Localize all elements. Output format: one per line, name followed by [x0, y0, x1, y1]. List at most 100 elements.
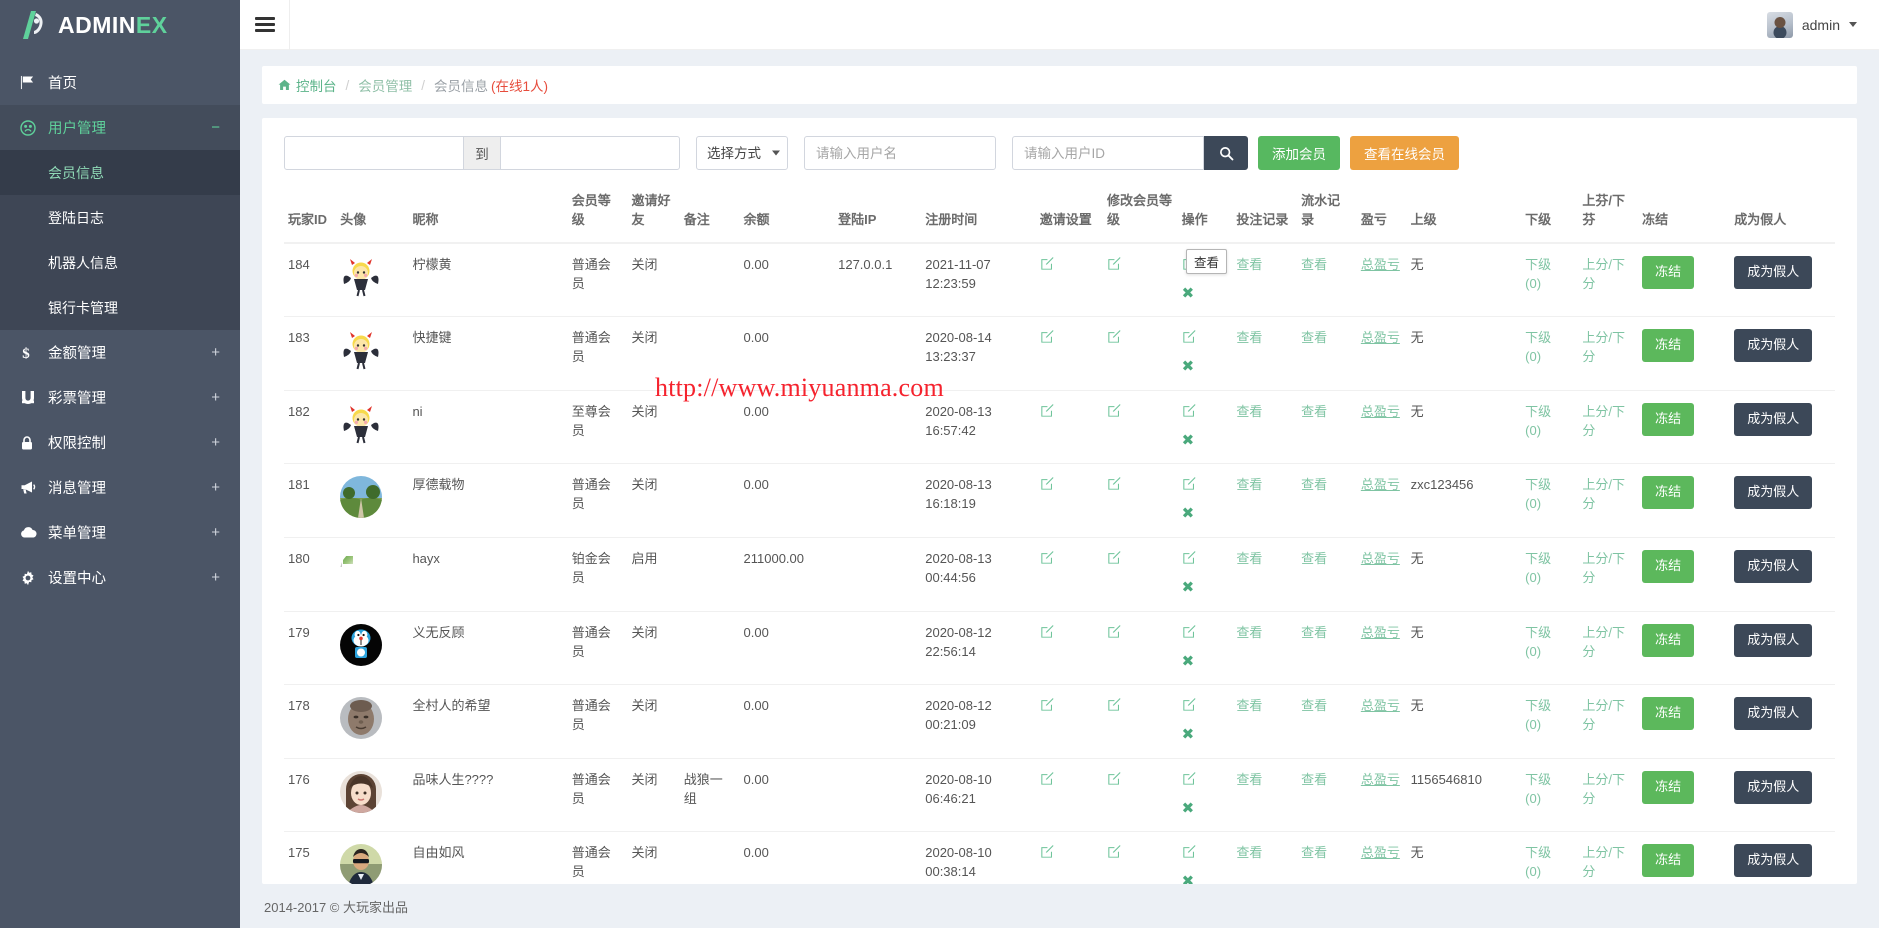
cell-profit-loss[interactable]: 总盈亏	[1357, 611, 1407, 685]
make-fake-button[interactable]: 成为假人	[1734, 624, 1812, 657]
flow-record-link[interactable]: 查看	[1301, 477, 1327, 492]
cell-points[interactable]: 上分/下分	[1578, 758, 1638, 832]
cell-freeze[interactable]: 冻结	[1638, 832, 1730, 884]
cell-sub[interactable]: 下级(0)	[1521, 538, 1578, 612]
cell-modify-level[interactable]	[1103, 390, 1178, 464]
breadcrumb-home[interactable]: 控制台	[278, 75, 337, 95]
sub-level-link[interactable]: 下级	[1525, 477, 1551, 492]
cell-freeze[interactable]: 冻结	[1638, 611, 1730, 685]
points-link[interactable]: 上分/下分	[1582, 772, 1625, 806]
cell-points[interactable]: 上分/下分	[1578, 317, 1638, 391]
cell-freeze[interactable]: 冻结	[1638, 464, 1730, 538]
cell-modify-level[interactable]	[1103, 758, 1178, 832]
cell-operation[interactable]: ✖	[1178, 611, 1233, 685]
edit-icon[interactable]	[1040, 256, 1054, 276]
edit-icon[interactable]	[1040, 844, 1054, 864]
delete-icon[interactable]: ✖	[1182, 871, 1229, 884]
cell-make-fake[interactable]: 成为假人	[1730, 832, 1835, 884]
cell-freeze[interactable]: 冻结	[1638, 390, 1730, 464]
edit-icon[interactable]	[1107, 256, 1121, 276]
cell-flow-record[interactable]: 查看	[1297, 611, 1357, 685]
cell-modify-level[interactable]	[1103, 832, 1178, 884]
total-profit-loss-link[interactable]: 总盈亏	[1361, 404, 1400, 419]
edit-icon[interactable]	[1182, 476, 1196, 496]
edit-icon[interactable]	[1040, 476, 1054, 496]
cell-sub[interactable]: 下级(0)	[1521, 464, 1578, 538]
sub-level-link[interactable]: 下级	[1525, 772, 1551, 787]
edit-icon[interactable]	[1107, 476, 1121, 496]
cell-profit-loss[interactable]: 总盈亏	[1357, 758, 1407, 832]
cell-modify-level[interactable]	[1103, 243, 1178, 317]
cell-freeze[interactable]: 冻结	[1638, 538, 1730, 612]
edit-icon[interactable]	[1040, 403, 1054, 423]
cell-points[interactable]: 上分/下分	[1578, 464, 1638, 538]
make-fake-button[interactable]: 成为假人	[1734, 697, 1812, 730]
delete-icon[interactable]: ✖	[1182, 283, 1229, 305]
points-link[interactable]: 上分/下分	[1582, 625, 1625, 659]
flow-record-link[interactable]: 查看	[1301, 625, 1327, 640]
bet-record-link[interactable]: 查看	[1236, 257, 1262, 272]
freeze-button[interactable]: 冻结	[1642, 844, 1694, 877]
userid-input[interactable]	[1012, 136, 1204, 170]
cell-points[interactable]: 上分/下分	[1578, 243, 1638, 317]
cell-profit-loss[interactable]: 总盈亏	[1357, 390, 1407, 464]
cell-sub[interactable]: 下级(0)	[1521, 390, 1578, 464]
bet-record-link[interactable]: 查看	[1236, 404, 1262, 419]
edit-icon[interactable]	[1040, 697, 1054, 717]
cell-flow-record[interactable]: 查看	[1297, 464, 1357, 538]
cell-flow-record[interactable]: 查看	[1297, 685, 1357, 759]
edit-icon[interactable]	[1107, 624, 1121, 644]
cell-bet-record[interactable]: 查看	[1232, 538, 1297, 612]
cell-sub[interactable]: 下级(0)	[1521, 243, 1578, 317]
cell-sub[interactable]: 下级(0)	[1521, 611, 1578, 685]
cell-invite-setting[interactable]	[1036, 758, 1103, 832]
cell-invite-setting[interactable]	[1036, 390, 1103, 464]
freeze-button[interactable]: 冻结	[1642, 476, 1694, 509]
edit-icon[interactable]	[1182, 550, 1196, 570]
edit-icon[interactable]	[1182, 403, 1196, 423]
cell-freeze[interactable]: 冻结	[1638, 317, 1730, 391]
bet-record-link[interactable]: 查看	[1236, 772, 1262, 787]
edit-icon[interactable]	[1040, 771, 1054, 791]
flow-record-link[interactable]: 查看	[1301, 698, 1327, 713]
make-fake-button[interactable]: 成为假人	[1734, 476, 1812, 509]
cell-make-fake[interactable]: 成为假人	[1730, 685, 1835, 759]
sidebar-toggle-button[interactable]	[240, 0, 290, 50]
cell-make-fake[interactable]: 成为假人	[1730, 758, 1835, 832]
cell-sub[interactable]: 下级(0)	[1521, 832, 1578, 884]
cell-points[interactable]: 上分/下分	[1578, 390, 1638, 464]
cell-make-fake[interactable]: 成为假人	[1730, 243, 1835, 317]
cell-bet-record[interactable]: 查看	[1232, 243, 1297, 317]
cell-invite-setting[interactable]	[1036, 464, 1103, 538]
freeze-button[interactable]: 冻结	[1642, 329, 1694, 362]
cell-make-fake[interactable]: 成为假人	[1730, 317, 1835, 391]
date-from-input[interactable]	[284, 136, 464, 170]
flow-record-link[interactable]: 查看	[1301, 772, 1327, 787]
cell-make-fake[interactable]: 成为假人	[1730, 390, 1835, 464]
cell-sub[interactable]: 下级(0)	[1521, 685, 1578, 759]
cell-operation[interactable]: ✖	[1178, 464, 1233, 538]
cell-invite-setting[interactable]	[1036, 538, 1103, 612]
sidebar-item-message-management[interactable]: 消息管理 +	[0, 465, 240, 510]
edit-icon[interactable]	[1182, 624, 1196, 644]
cell-operation[interactable]: ✖	[1178, 317, 1233, 391]
flow-record-link[interactable]: 查看	[1301, 404, 1327, 419]
total-profit-loss-link[interactable]: 总盈亏	[1361, 845, 1400, 860]
cell-make-fake[interactable]: 成为假人	[1730, 538, 1835, 612]
total-profit-loss-link[interactable]: 总盈亏	[1361, 477, 1400, 492]
points-link[interactable]: 上分/下分	[1582, 404, 1625, 438]
bet-record-link[interactable]: 查看	[1236, 551, 1262, 566]
cell-modify-level[interactable]	[1103, 685, 1178, 759]
cell-points[interactable]: 上分/下分	[1578, 611, 1638, 685]
edit-icon[interactable]	[1182, 697, 1196, 717]
cell-profit-loss[interactable]: 总盈亏	[1357, 464, 1407, 538]
cell-flow-record[interactable]: 查看	[1297, 538, 1357, 612]
sidebar-item-amount-management[interactable]: $ 金额管理 +	[0, 330, 240, 375]
sub-level-link[interactable]: 下级	[1525, 551, 1551, 566]
freeze-button[interactable]: 冻结	[1642, 550, 1694, 583]
search-button[interactable]	[1204, 136, 1248, 170]
cell-points[interactable]: 上分/下分	[1578, 832, 1638, 884]
flow-record-link[interactable]: 查看	[1301, 257, 1327, 272]
edit-icon[interactable]	[1107, 329, 1121, 349]
sidebar-item-robot-info[interactable]: 机器人信息	[0, 240, 240, 285]
